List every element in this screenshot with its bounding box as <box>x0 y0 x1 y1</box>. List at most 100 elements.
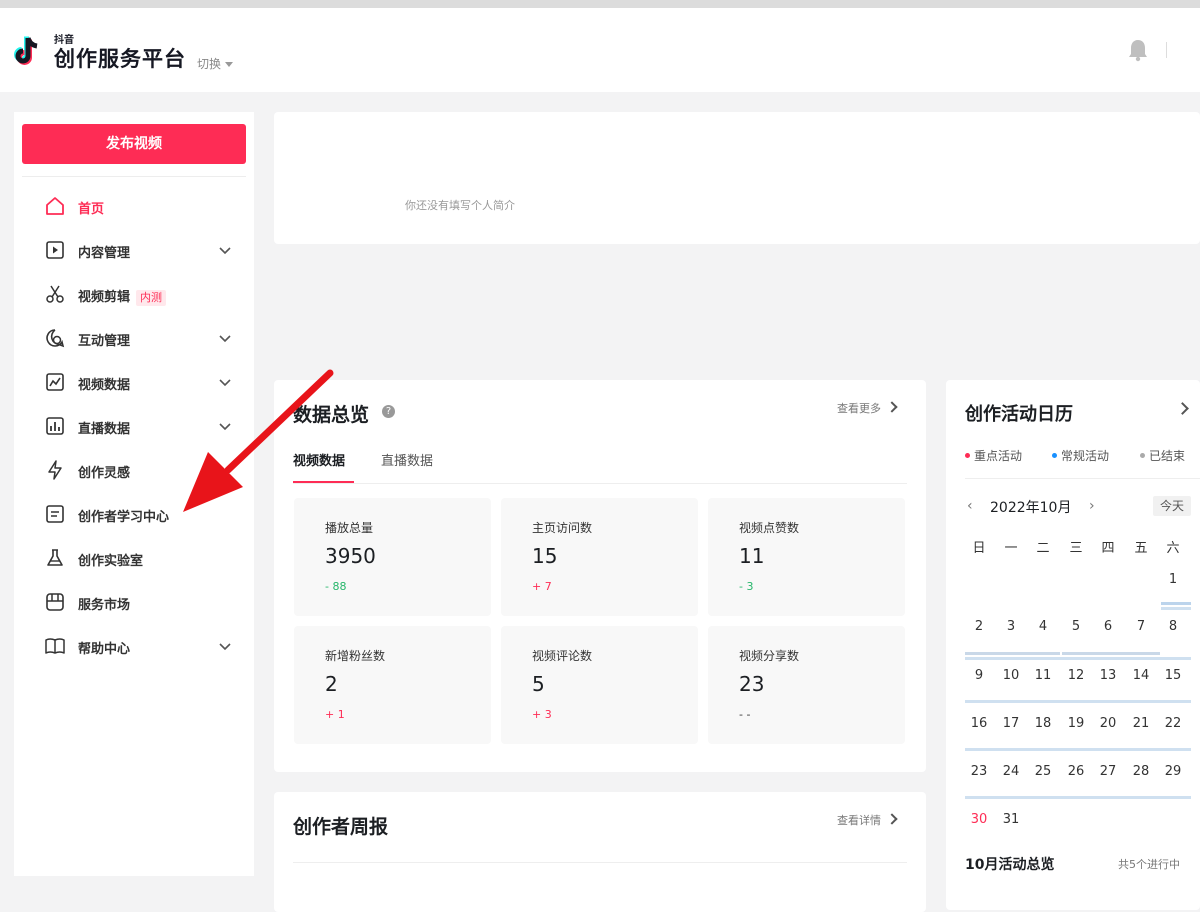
calendar-day[interactable]: 5 <box>1065 619 1087 634</box>
stat-card-new-followers[interactable]: 新增粉丝数 2 + 1 <box>294 626 491 744</box>
calendar-day[interactable]: 14 <box>1130 668 1152 683</box>
browser-top-strip <box>0 0 1200 8</box>
sidebar-item-creation-lab[interactable]: 创作实验室 <box>44 547 244 571</box>
weekday-label: 六 <box>1166 541 1180 556</box>
calendar-day[interactable]: 28 <box>1130 764 1152 779</box>
calendar-day[interactable]: 21 <box>1130 716 1152 731</box>
stat-card-video-shares[interactable]: 视频分享数 23 - - <box>708 626 905 744</box>
calendar-event-bar[interactable] <box>1161 602 1191 605</box>
calendar-day[interactable]: 23 <box>968 764 990 779</box>
sidebar-item-home[interactable]: 首页 <box>44 195 244 219</box>
stat-label: 主页访问数 <box>532 521 593 535</box>
calendar-day[interactable]: 10 <box>1000 668 1022 683</box>
legend-regular-activity: 常规活动 <box>1052 447 1109 464</box>
calendar-event-bar[interactable] <box>965 748 1191 751</box>
sidebar-item-label: 服务市场 <box>78 598 131 613</box>
calendar-day[interactable]: 26 <box>1065 764 1087 779</box>
bell-icon[interactable] <box>1127 38 1149 62</box>
view-more-link[interactable]: 查看更多 <box>837 400 898 416</box>
calendar-day[interactable]: 8 <box>1162 619 1184 634</box>
legend-label: 常规活动 <box>1061 449 1110 463</box>
stat-card-homepage-visits[interactable]: 主页访问数 15 + 7 <box>501 498 698 616</box>
stat-card-video-comments[interactable]: 视频评论数 5 + 3 <box>501 626 698 744</box>
calendar-day[interactable]: 16 <box>968 716 990 731</box>
activity-calendar-card: 创作活动日历 重点活动 常规活动 已结束 ‹ 2022年10月 › 今天 日 一 二… <box>946 380 1200 910</box>
calendar-day[interactable]: 4 <box>1032 619 1054 634</box>
overview-title: 数据总览 <box>293 404 370 426</box>
sidebar-item-live-data[interactable]: 直播数据 <box>44 415 244 439</box>
active-tab-indicator <box>293 481 354 483</box>
stat-value: 2 <box>325 672 338 696</box>
sidebar-item-service-market[interactable]: 服务市场 <box>44 591 244 615</box>
calendar-day[interactable]: 15 <box>1162 668 1184 683</box>
line-chart-icon <box>46 373 64 391</box>
calendar-event-bar[interactable] <box>1062 652 1160 655</box>
calendar-day[interactable]: 29 <box>1162 764 1184 779</box>
calendar-event-bar[interactable] <box>965 796 1191 799</box>
calendar-day[interactable]: 24 <box>1000 764 1022 779</box>
sidebar-item-learning-center[interactable]: 创作者学习中心 <box>44 503 244 527</box>
play-box-icon <box>46 241 64 259</box>
calendar-day[interactable]: 27 <box>1097 764 1119 779</box>
tab-live-data[interactable]: 直播数据 <box>381 450 433 469</box>
view-details-link[interactable]: 查看详情 <box>837 812 898 828</box>
logo-title[interactable]: 创作服务平台 <box>54 43 186 73</box>
sidebar-item-interaction-management[interactable]: 互动管理 <box>44 327 244 351</box>
bio-placeholder[interactable]: 你还没有填写个人简介 <box>405 197 515 213</box>
calendar-day[interactable]: 20 <box>1097 716 1119 731</box>
weekly-title: 创作者周报 <box>293 816 389 838</box>
chevron-down-icon[interactable] <box>218 375 232 389</box>
calendar-day[interactable]: 3 <box>1000 619 1022 634</box>
calendar-day[interactable]: 6 <box>1097 619 1119 634</box>
calendar-day[interactable]: 1 <box>1162 572 1184 587</box>
calendar-day[interactable]: 11 <box>1032 668 1054 683</box>
dot-icon <box>1140 453 1145 458</box>
chevron-right-icon <box>886 813 898 825</box>
calendar-day[interactable]: 30 <box>968 812 990 827</box>
publish-video-button[interactable]: 发布视频 <box>22 124 246 164</box>
chevron-down-icon[interactable] <box>218 419 232 433</box>
tab-video-data[interactable]: 视频数据 <box>293 450 345 469</box>
calendar-day[interactable]: 31 <box>1000 812 1022 827</box>
calendar-day[interactable]: 7 <box>1130 619 1152 634</box>
stat-card-video-likes[interactable]: 视频点赞数 11 - 3 <box>708 498 905 616</box>
sidebar-item-creative-inspiration[interactable]: 创作灵感 <box>44 459 244 483</box>
calendar-day[interactable]: 13 <box>1097 668 1119 683</box>
today-button[interactable]: 今天 <box>1153 496 1191 516</box>
chevron-down-icon[interactable] <box>218 243 232 257</box>
prev-month-button[interactable]: ‹ <box>967 498 973 514</box>
scissors-icon <box>46 285 64 303</box>
stat-value: 3950 <box>325 544 376 568</box>
calendar-day[interactable]: 22 <box>1162 716 1184 731</box>
calendar-event-bar[interactable] <box>965 700 1191 703</box>
calendar-day[interactable]: 25 <box>1032 764 1054 779</box>
chevron-down-icon[interactable] <box>218 639 232 653</box>
sidebar-item-label: 视频剪辑 内测 <box>78 286 167 306</box>
calendar-day[interactable]: 2 <box>968 619 990 634</box>
calendar-event-bar[interactable] <box>1161 607 1191 610</box>
sidebar-item-content-management[interactable]: 内容管理 <box>44 239 244 263</box>
calendar-day[interactable]: 9 <box>968 668 990 683</box>
sidebar-item-video-data[interactable]: 视频数据 <box>44 371 244 395</box>
calendar-event-bar[interactable] <box>965 657 1191 660</box>
chevron-right-icon[interactable] <box>1176 402 1189 415</box>
lightning-icon <box>48 460 62 480</box>
stat-card-total-plays[interactable]: 播放总量 3950 - 88 <box>294 498 491 616</box>
switch-platform-button[interactable]: 切换 <box>197 55 234 72</box>
creator-weekly-report-card: 创作者周报 查看详情 <box>274 792 926 912</box>
calendar-day[interactable]: 17 <box>1000 716 1022 731</box>
book-icon <box>45 638 65 654</box>
calendar-day[interactable]: 19 <box>1065 716 1087 731</box>
sidebar-item-video-editing[interactable]: 视频剪辑 内测 <box>44 283 244 307</box>
next-month-button[interactable]: › <box>1089 498 1095 514</box>
calendar-day[interactable]: 18 <box>1032 716 1054 731</box>
chevron-down-icon[interactable] <box>218 331 232 345</box>
stat-value: 23 <box>739 672 765 696</box>
help-question-icon[interactable]: ? <box>382 405 395 418</box>
douyin-logo-icon[interactable] <box>14 30 48 68</box>
calendar-event-bar[interactable] <box>965 652 1060 655</box>
stat-delta: - 3 <box>739 580 754 593</box>
calendar-day[interactable]: 12 <box>1065 668 1087 683</box>
sidebar-item-help-center[interactable]: 帮助中心 <box>44 635 244 659</box>
stat-label: 视频评论数 <box>532 649 593 663</box>
